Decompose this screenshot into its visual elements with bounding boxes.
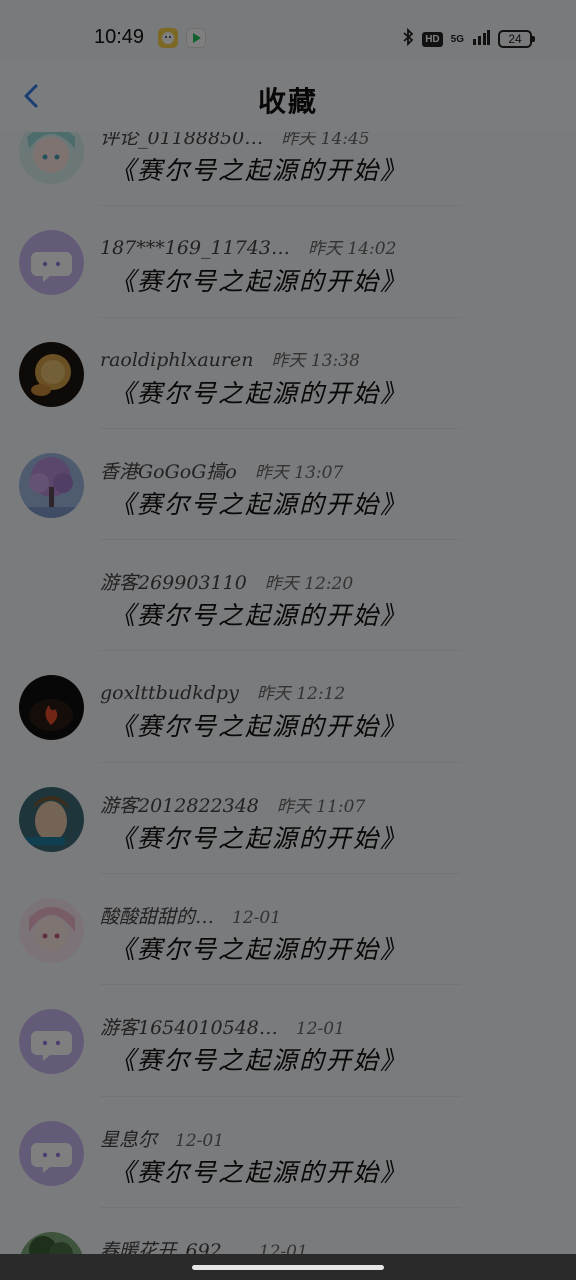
- avatar[interactable]: [19, 898, 84, 964]
- bluetooth-icon: [402, 27, 414, 50]
- username: 游客2012822348: [100, 794, 259, 817]
- page-title: 收藏: [257, 85, 318, 118]
- timestamp: 昨天 12:20: [264, 574, 354, 595]
- favorites-screen: 10:49 HD 5G 24 收藏 评论_01188850… 昨天 14:45 《赛…: [0, 0, 576, 1280]
- status-time: 10:49: [94, 26, 145, 48]
- video-app-icon: [186, 28, 206, 48]
- list-item[interactable]: 酸酸甜甜的… 12-01 《赛尔号之起源的开始》: [0, 874, 576, 986]
- username: 香港GoGoG搞o: [100, 460, 237, 483]
- hd-badge: HD: [422, 31, 443, 47]
- page-header: 收藏: [0, 58, 576, 132]
- post-title[interactable]: 《赛尔号之起源的开始》: [110, 485, 407, 521]
- item-meta: 游客269903110 昨天 12:20: [100, 568, 353, 595]
- timestamp: 昨天 13:38: [271, 350, 360, 371]
- battery-level: 24: [508, 32, 522, 46]
- item-meta: goxlttbudkdpy 昨天 12:12: [100, 679, 345, 704]
- avatar[interactable]: [19, 1009, 84, 1075]
- avatar[interactable]: [19, 341, 84, 407]
- status-bar: 10:49 HD 5G 24: [0, 0, 576, 58]
- username: 187***169_11743…: [100, 237, 290, 260]
- username: 游客1654010548…: [100, 1017, 278, 1040]
- username: 酸酸甜甜的…: [100, 906, 215, 929]
- timestamp: 昨天 13:07: [254, 462, 344, 483]
- avatar[interactable]: [19, 1120, 84, 1186]
- username: raoldiphlxauren: [100, 348, 254, 371]
- avatar[interactable]: [19, 230, 84, 296]
- app-notification-icon: [158, 28, 178, 48]
- item-meta: 香港GoGoG搞o 昨天 13:07: [100, 457, 343, 484]
- home-indicator[interactable]: [192, 1265, 384, 1270]
- battery-icon: 24: [498, 30, 535, 48]
- timestamp: 12-01: [175, 1130, 225, 1151]
- list-item[interactable]: 星息尔 12-01 《赛尔号之起源的开始》: [0, 1097, 576, 1208]
- list-item[interactable]: raoldiphlxauren 昨天 13:38 《赛尔号之起源的开始》: [0, 318, 576, 429]
- timestamp: 昨天 12:12: [256, 684, 346, 705]
- username: 星息尔: [100, 1128, 158, 1151]
- list-item[interactable]: 游客1654010548… 12-01 《赛尔号之起源的开始》: [0, 985, 576, 1097]
- status-indicators: HD 5G 24: [402, 27, 535, 50]
- item-meta: 酸酸甜甜的… 12-01: [100, 902, 281, 929]
- list-item[interactable]: 187***169_11743… 昨天 14:02 《赛尔号之起源的开始》: [0, 206, 576, 318]
- timestamp: 12-01: [232, 908, 282, 929]
- item-meta: 星息尔 12-01: [100, 1125, 224, 1152]
- timestamp: 12-01: [295, 1019, 345, 1040]
- network-label: 5G: [450, 33, 464, 45]
- list-item[interactable]: goxlttbudkdpy 昨天 12:12 《赛尔号之起源的开始》: [0, 651, 576, 763]
- favorites-list: 评论_01188850… 昨天 14:45 《赛尔号之起源的开始》 187***169…: [0, 95, 576, 1280]
- item-meta: 187***169_11743… 昨天 14:02: [100, 234, 396, 259]
- timestamp: 昨天 14:02: [307, 239, 397, 260]
- post-title[interactable]: 《赛尔号之起源的开始》: [110, 262, 407, 298]
- list-item[interactable]: 游客2012822348 昨天 11:07 《赛尔号之起源的开始》: [0, 763, 576, 875]
- post-title[interactable]: 《赛尔号之起源的开始》: [110, 819, 407, 855]
- post-title[interactable]: 《赛尔号之起源的开始》: [110, 930, 407, 966]
- post-title[interactable]: 《赛尔号之起源的开始》: [110, 151, 407, 187]
- avatar[interactable]: [19, 786, 84, 852]
- list-item[interactable]: 游客269903110 昨天 12:20 《赛尔号之起源的开始》: [0, 540, 576, 652]
- username: 游客269903110: [100, 572, 247, 595]
- list-item[interactable]: 香港GoGoG搞o 昨天 13:07 《赛尔号之起源的开始》: [0, 429, 576, 541]
- timestamp: 昨天 11:07: [276, 796, 366, 817]
- avatar[interactable]: [19, 452, 84, 518]
- username: goxlttbudkdpy: [100, 682, 239, 705]
- post-title[interactable]: 《赛尔号之起源的开始》: [110, 374, 407, 410]
- post-title[interactable]: 《赛尔号之起源的开始》: [110, 1041, 407, 1077]
- post-title[interactable]: 《赛尔号之起源的开始》: [110, 707, 407, 743]
- signal-icon: [472, 29, 490, 49]
- post-title[interactable]: 《赛尔号之起源的开始》: [110, 596, 407, 632]
- item-meta: raoldiphlxauren 昨天 13:38: [100, 346, 360, 371]
- item-meta: 游客1654010548… 12-01: [100, 1013, 345, 1040]
- avatar[interactable]: [19, 675, 84, 741]
- item-meta: 游客2012822348 昨天 11:07: [100, 791, 365, 818]
- post-title[interactable]: 《赛尔号之起源的开始》: [110, 1153, 407, 1189]
